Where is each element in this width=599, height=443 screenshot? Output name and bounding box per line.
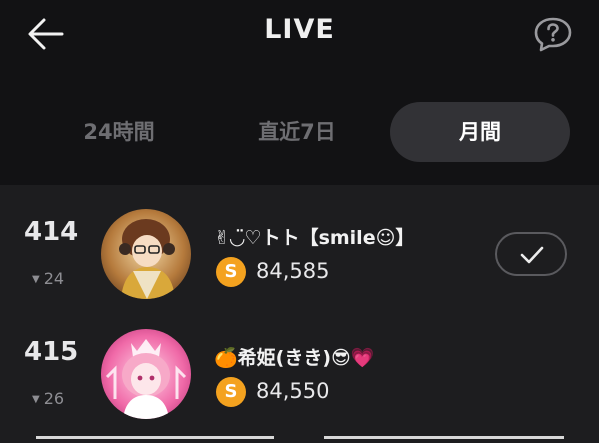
rank-change-value: 24 xyxy=(43,269,65,288)
checkmark-icon xyxy=(520,246,544,264)
following-button[interactable] xyxy=(495,232,567,276)
score-value: 84,550 xyxy=(256,379,330,403)
ranking-row[interactable]: 415 ▼ 26 🍊希姫(きき)😎💗 S 84,550 xyxy=(0,323,599,443)
score-value: 84,585 xyxy=(256,259,330,283)
user-name[interactable]: ✌︎◡̈♡トト【smile☺︎】 xyxy=(214,223,414,250)
header: LIVE 24時間 直近7日 月間 xyxy=(0,0,599,185)
period-tabs: 24時間 直近7日 月間 xyxy=(0,102,599,162)
rank-number: 414 xyxy=(24,217,79,247)
tab-24h[interactable]: 24時間 xyxy=(34,102,204,162)
down-triangle-icon: ▼ xyxy=(32,394,40,405)
question-bubble-icon xyxy=(534,17,572,52)
tab-7days[interactable]: 直近7日 xyxy=(212,102,382,162)
ranking-row[interactable]: 414 ▼ 24 ✌︎◡̈♡トト【smile☺︎】 S 84,585 xyxy=(0,203,599,323)
coin-icon: S xyxy=(216,377,246,407)
user-name[interactable]: 🍊希姫(きき)😎💗 xyxy=(214,343,375,370)
avatar[interactable] xyxy=(101,329,191,419)
page-title: LIVE xyxy=(264,14,335,45)
rank-change: ▼ 26 xyxy=(32,389,64,408)
avatar-image xyxy=(101,329,191,419)
rank-number: 415 xyxy=(24,337,79,367)
coin-icon: S xyxy=(216,257,246,287)
help-button[interactable] xyxy=(532,16,574,52)
rank-change-value: 26 xyxy=(43,389,65,408)
rank-change: ▼ 24 xyxy=(32,269,64,288)
down-triangle-icon: ▼ xyxy=(32,274,40,285)
avatar-image xyxy=(101,209,191,299)
tab-monthly[interactable]: 月間 xyxy=(390,102,570,162)
avatar[interactable] xyxy=(101,209,191,299)
